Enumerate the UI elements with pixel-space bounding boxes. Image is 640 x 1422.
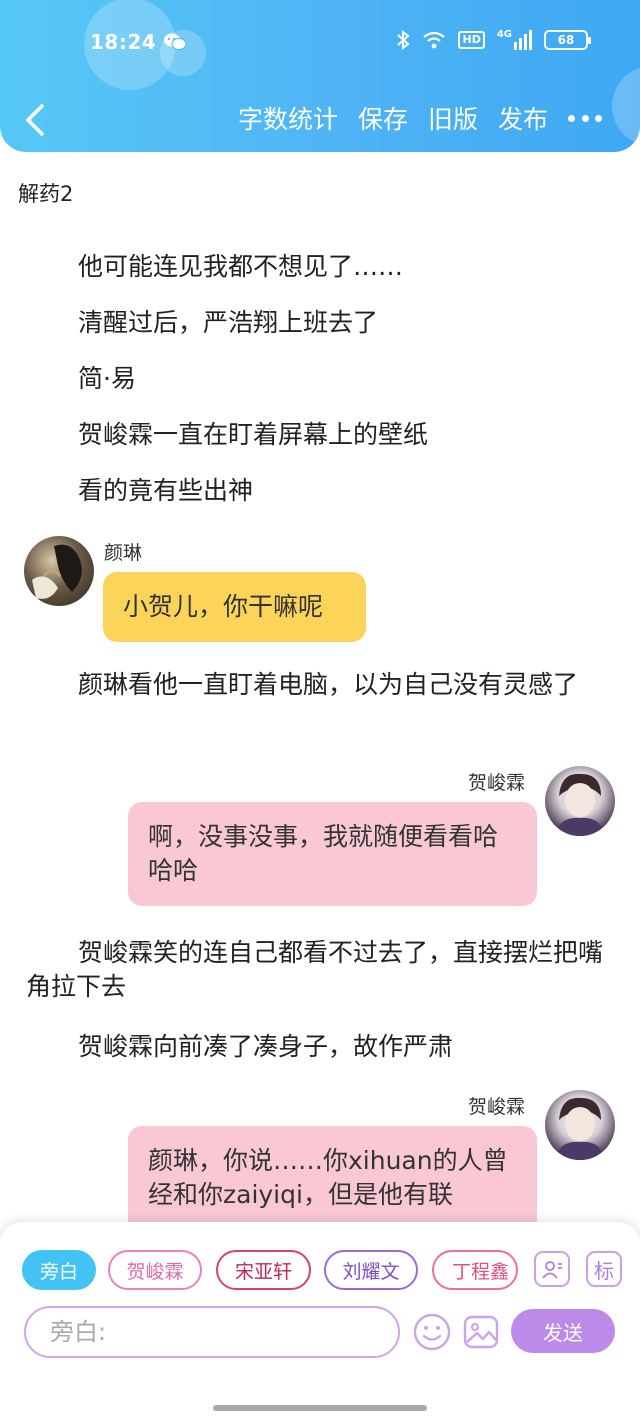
more-dots-icon[interactable] — [568, 101, 602, 135]
home-indicator[interactable] — [213, 1405, 427, 1411]
person-card-icon[interactable] — [534, 1251, 570, 1287]
hd-badge: HD — [458, 31, 485, 49]
avatar-photo — [32, 544, 82, 599]
dialogue-bubble[interactable]: 啊，没事没事，我就随便看看哈哈哈 — [128, 802, 537, 906]
narration-paragraph[interactable]: 他可能连见我都不想见了…… — [26, 250, 606, 284]
wechat-icon — [164, 33, 187, 50]
status-icons: HD 4G 68 — [396, 30, 591, 50]
message-input[interactable] — [26, 1308, 398, 1356]
toolbar-actions: 字数统计 保存 旧版 发布 — [238, 100, 602, 136]
tag-button[interactable]: 标 — [586, 1251, 622, 1287]
save-button[interactable]: 保存 — [358, 100, 408, 136]
status-bar: 18:24 HD 4G 68 — [0, 22, 640, 66]
narration-paragraph[interactable]: 颜琳看他一直盯着电脑，以为自己没有灵感了 — [26, 668, 606, 702]
image-icon[interactable] — [461, 1312, 501, 1352]
publish-button[interactable]: 发布 — [498, 100, 548, 136]
narration-input[interactable] — [24, 1306, 400, 1358]
chevron-left-icon[interactable] — [18, 100, 54, 140]
send-button[interactable]: 发送 — [511, 1309, 615, 1353]
role-chip-narration[interactable]: 旁白 — [22, 1250, 96, 1290]
narration-paragraph[interactable]: 清醒过后，严浩翔上班去了 — [26, 306, 606, 340]
role-chip-song-yaxuan[interactable]: 宋亚轩 — [216, 1250, 311, 1290]
speaker-name: 贺峻霖 — [468, 1096, 526, 1118]
emoji-icon[interactable] — [412, 1312, 452, 1352]
composer-panel: 旁白 贺峻霖 宋亚轩 刘耀文 丁程鑫 标 发送 — [0, 1222, 640, 1422]
role-chip-liu-yaowen[interactable]: 刘耀文 — [324, 1250, 418, 1290]
document-title[interactable]: 解药2 — [18, 178, 73, 208]
avatar[interactable] — [24, 536, 94, 606]
word-count-button[interactable]: 字数统计 — [238, 100, 338, 136]
speaker-name: 颜琳 — [104, 542, 143, 564]
avatar-photo — [555, 773, 605, 836]
battery-icon: 68 — [544, 30, 591, 50]
narration-paragraph[interactable]: 简·易 — [26, 362, 606, 396]
signal-icon: 4G — [497, 30, 532, 50]
network-type: 4G — [496, 29, 512, 40]
narration-paragraph[interactable]: 贺峻霖笑的连自己都看不过去了，直接摆烂把嘴角拉下去 — [26, 936, 606, 1004]
narration-paragraph[interactable]: 看的竟有些出神 — [26, 474, 606, 508]
avatar-photo — [555, 1097, 605, 1160]
narration-paragraph[interactable]: 贺峻霖向前凑了凑身子，故作严肃 — [26, 1030, 606, 1064]
app-header: 18:24 HD 4G 68 字数统计 保存 旧版 发布 — [0, 0, 640, 152]
dialogue-bubble[interactable]: 小贺儿，你干嘛呢 — [103, 572, 366, 642]
bluetooth-icon — [397, 30, 411, 50]
narration-paragraph[interactable]: 贺峻霖一直在盯着屏幕上的壁纸 — [26, 418, 606, 452]
wifi-icon — [423, 31, 446, 49]
old-version-button[interactable]: 旧版 — [428, 100, 478, 136]
avatar[interactable] — [545, 1090, 615, 1160]
role-chip-he-junlin[interactable]: 贺峻霖 — [108, 1250, 202, 1290]
speaker-name: 贺峻霖 — [468, 772, 526, 794]
toolbar: 字数统计 保存 旧版 发布 — [0, 96, 640, 142]
clock: 18:24 — [90, 30, 157, 54]
avatar[interactable] — [545, 766, 615, 836]
role-chip-ding-chengxin[interactable]: 丁程鑫 — [432, 1250, 518, 1290]
